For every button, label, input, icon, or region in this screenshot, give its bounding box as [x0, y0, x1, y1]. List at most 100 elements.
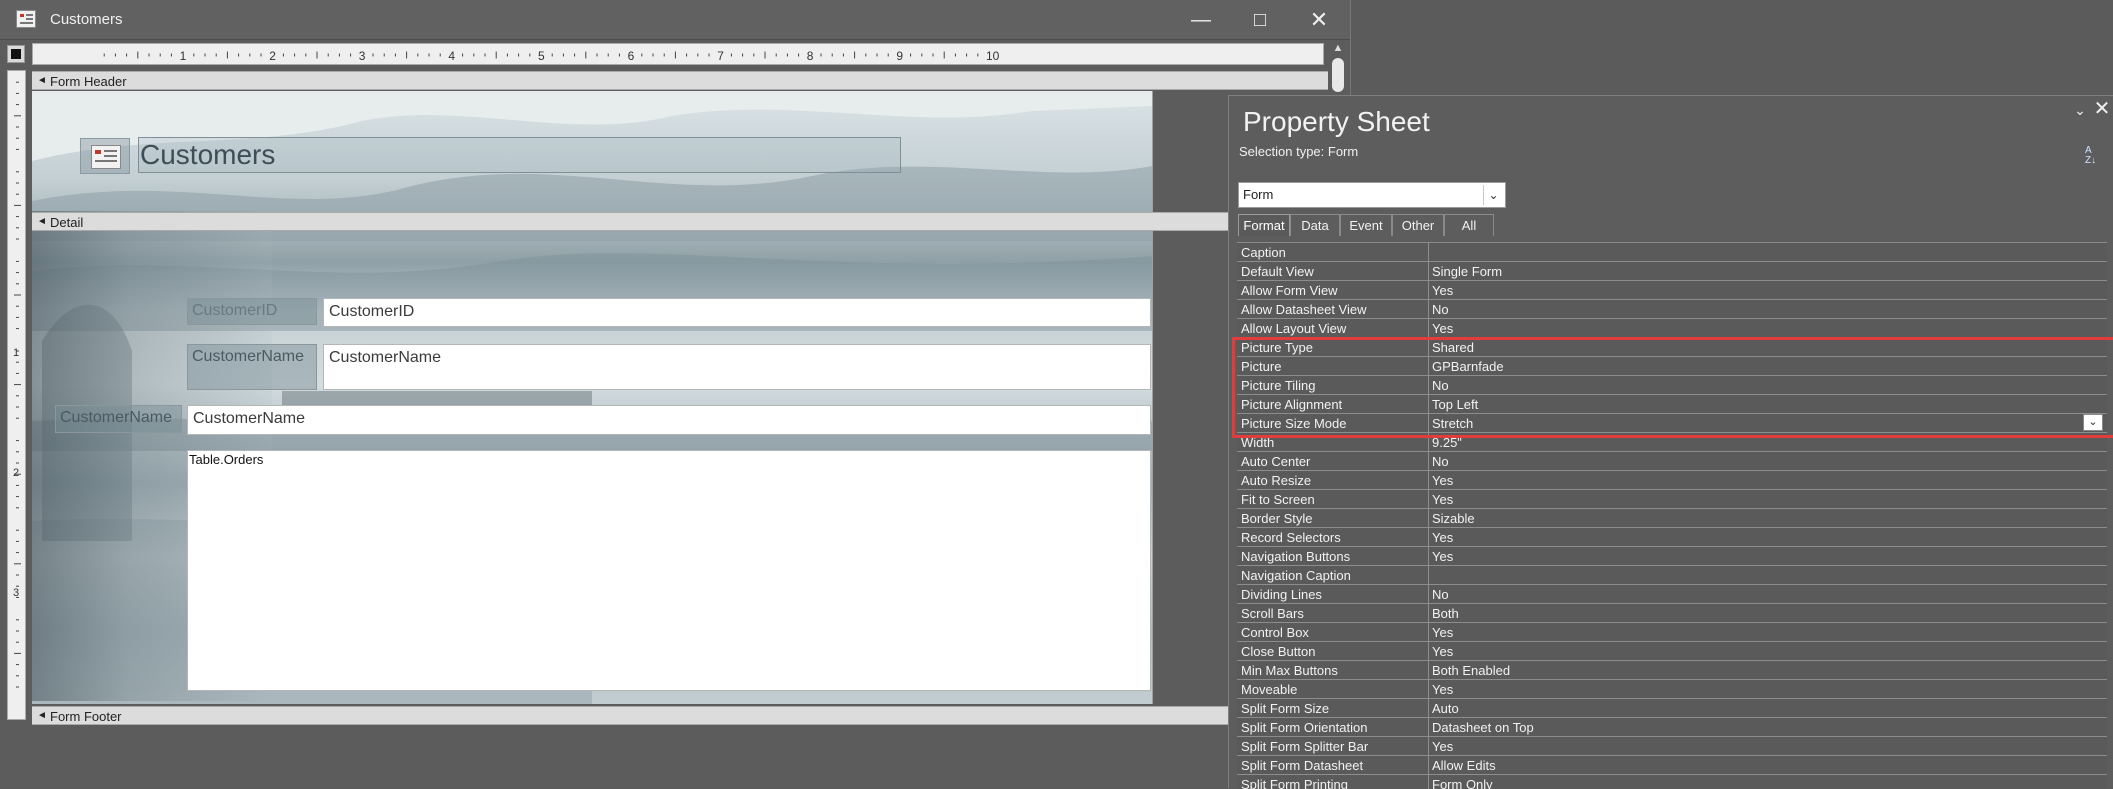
form-header-section-bar[interactable]: ◄ Form Header	[32, 71, 1328, 90]
property-row[interactable]: Width 9.25"	[1237, 433, 2107, 452]
column-divider	[1428, 642, 1429, 661]
property-row[interactable]: Caption	[1237, 243, 2107, 262]
property-value[interactable]: Yes	[1432, 644, 1453, 659]
window-title: Customers	[50, 11, 123, 28]
property-value[interactable]: Yes	[1432, 283, 1453, 298]
property-value[interactable]: No	[1432, 454, 1449, 469]
form-logo[interactable]	[80, 138, 130, 174]
property-value[interactable]: Both	[1432, 606, 1459, 621]
property-row[interactable]: Split Form Printing Form Only	[1237, 775, 2107, 789]
property-row[interactable]: Scroll Bars Both	[1237, 604, 2107, 623]
property-row[interactable]: Picture GPBarnfade	[1237, 357, 2107, 376]
property-value[interactable]: Allow Edits	[1432, 758, 1496, 773]
property-value[interactable]: Top Left	[1432, 397, 1478, 412]
property-row[interactable]: Auto Center No	[1237, 452, 2107, 471]
property-row[interactable]: Picture Size Mode Stretch	[1237, 414, 2107, 433]
property-name: Caption	[1241, 245, 1286, 260]
property-value[interactable]: Single Form	[1432, 264, 1502, 279]
property-row[interactable]: Fit to Screen Yes	[1237, 490, 2107, 509]
property-value[interactable]: Yes	[1432, 739, 1453, 754]
property-value[interactable]: Yes	[1432, 473, 1453, 488]
horizontal-ruler[interactable]: 1 2 3 4 5 6 7 8 9 10	[32, 43, 1324, 65]
sort-az-icon[interactable]: A Z↓	[2085, 146, 2109, 172]
title-bar[interactable]: Customers — □ ✕	[0, 0, 1350, 40]
property-row[interactable]: Split Form Datasheet Allow Edits	[1237, 756, 2107, 775]
property-row[interactable]: Allow Form View Yes	[1237, 281, 2107, 300]
property-name: Default View	[1241, 264, 1314, 279]
chevron-down-icon[interactable]: ⌄	[1483, 185, 1503, 205]
property-row[interactable]: Border Style Sizable	[1237, 509, 2107, 528]
property-value[interactable]: Auto	[1432, 701, 1459, 716]
property-name: Allow Form View	[1241, 283, 1338, 298]
detail-section-bar[interactable]: ◄ Detail	[32, 212, 1328, 231]
tab-data[interactable]: Data	[1290, 214, 1340, 236]
property-name: Split Form Datasheet	[1241, 758, 1364, 773]
property-value[interactable]: Yes	[1432, 549, 1453, 564]
object-selector[interactable]: Form ⌄	[1238, 182, 1506, 208]
property-value[interactable]: GPBarnfade	[1432, 359, 1504, 374]
customername-label-2[interactable]: CustomerName	[55, 405, 182, 433]
tab-format[interactable]: Format	[1238, 214, 1290, 236]
close-button[interactable]: ✕	[1290, 0, 1348, 40]
property-row[interactable]: Split Form Splitter Bar Yes	[1237, 737, 2107, 756]
property-value[interactable]: Yes	[1432, 321, 1453, 336]
property-row[interactable]: Navigation Buttons Yes	[1237, 547, 2107, 566]
form-selector[interactable]	[7, 45, 25, 63]
property-row[interactable]: Allow Layout View Yes	[1237, 319, 2107, 338]
ruler-number: 4	[448, 49, 455, 63]
property-row[interactable]: Auto Resize Yes	[1237, 471, 2107, 490]
property-value[interactable]: No	[1432, 587, 1449, 602]
property-value[interactable]: Yes	[1432, 625, 1453, 640]
column-divider	[1428, 566, 1429, 585]
property-value[interactable]: No	[1432, 378, 1449, 393]
close-icon[interactable]: ✕	[2093, 99, 2111, 119]
property-row[interactable]: Control Box Yes	[1237, 623, 2107, 642]
property-value[interactable]: 9.25"	[1432, 435, 1462, 450]
vertical-ruler[interactable]: 1 2 3	[7, 70, 26, 720]
property-row[interactable]: Record Selectors Yes	[1237, 528, 2107, 547]
property-name: Dividing Lines	[1241, 587, 1322, 602]
form-footer-section-bar[interactable]: ◄ Form Footer	[32, 706, 1328, 725]
property-value[interactable]: No	[1432, 302, 1449, 317]
property-row[interactable]: Dividing Lines No	[1237, 585, 2107, 604]
customername-textbox-2[interactable]: CustomerName	[187, 405, 1151, 435]
customername-textbox[interactable]: CustomerName	[323, 344, 1151, 390]
property-row[interactable]: Allow Datasheet View No	[1237, 300, 2107, 319]
property-row[interactable]: Navigation Caption	[1237, 566, 2107, 585]
property-value[interactable]: Yes	[1432, 682, 1453, 697]
ruler-number: 2	[269, 49, 276, 63]
column-divider	[1428, 699, 1429, 718]
property-row[interactable]: Picture Tiling No	[1237, 376, 2107, 395]
customerid-label[interactable]: CustomerID	[187, 298, 317, 325]
chevron-down-icon[interactable]: ⌄	[2083, 414, 2103, 431]
property-row[interactable]: Moveable Yes	[1237, 680, 2107, 699]
property-value[interactable]: Shared	[1432, 340, 1474, 355]
scrollbar-thumb[interactable]	[1332, 58, 1344, 92]
property-row[interactable]: Min Max Buttons Both Enabled	[1237, 661, 2107, 680]
property-row[interactable]: Picture Alignment Top Left	[1237, 395, 2107, 414]
customername-label[interactable]: CustomerName	[187, 344, 317, 390]
tab-all[interactable]: All	[1444, 214, 1494, 236]
customerid-textbox[interactable]: CustomerID	[323, 298, 1151, 327]
property-row[interactable]: Default View Single Form	[1237, 262, 2107, 281]
property-value[interactable]: Sizable	[1432, 511, 1475, 526]
property-row[interactable]: Split Form Size Auto	[1237, 699, 2107, 718]
orders-subform[interactable]	[187, 450, 1151, 691]
property-row[interactable]: Close Button Yes	[1237, 642, 2107, 661]
column-divider	[1428, 376, 1429, 395]
property-value[interactable]: Yes	[1432, 492, 1453, 507]
property-value[interactable]: Datasheet on Top	[1432, 720, 1534, 735]
property-row[interactable]: Picture Type Shared	[1237, 338, 2107, 357]
tab-event[interactable]: Event	[1340, 214, 1392, 236]
property-row[interactable]: Split Form Orientation Datasheet on Top	[1237, 718, 2107, 737]
minimize-button[interactable]: —	[1172, 0, 1230, 40]
property-value[interactable]: Yes	[1432, 530, 1453, 545]
property-value[interactable]: Both Enabled	[1432, 663, 1510, 678]
tab-other[interactable]: Other	[1392, 214, 1444, 236]
property-value[interactable]: Form Only	[1432, 777, 1493, 789]
property-name: Split Form Splitter Bar	[1241, 739, 1369, 754]
maximize-button[interactable]: □	[1231, 0, 1289, 40]
scroll-up-arrow-icon[interactable]: ▲	[1331, 42, 1345, 56]
property-value[interactable]: Stretch	[1432, 416, 1473, 431]
chevron-down-icon[interactable]: ⌄	[2071, 102, 2089, 120]
